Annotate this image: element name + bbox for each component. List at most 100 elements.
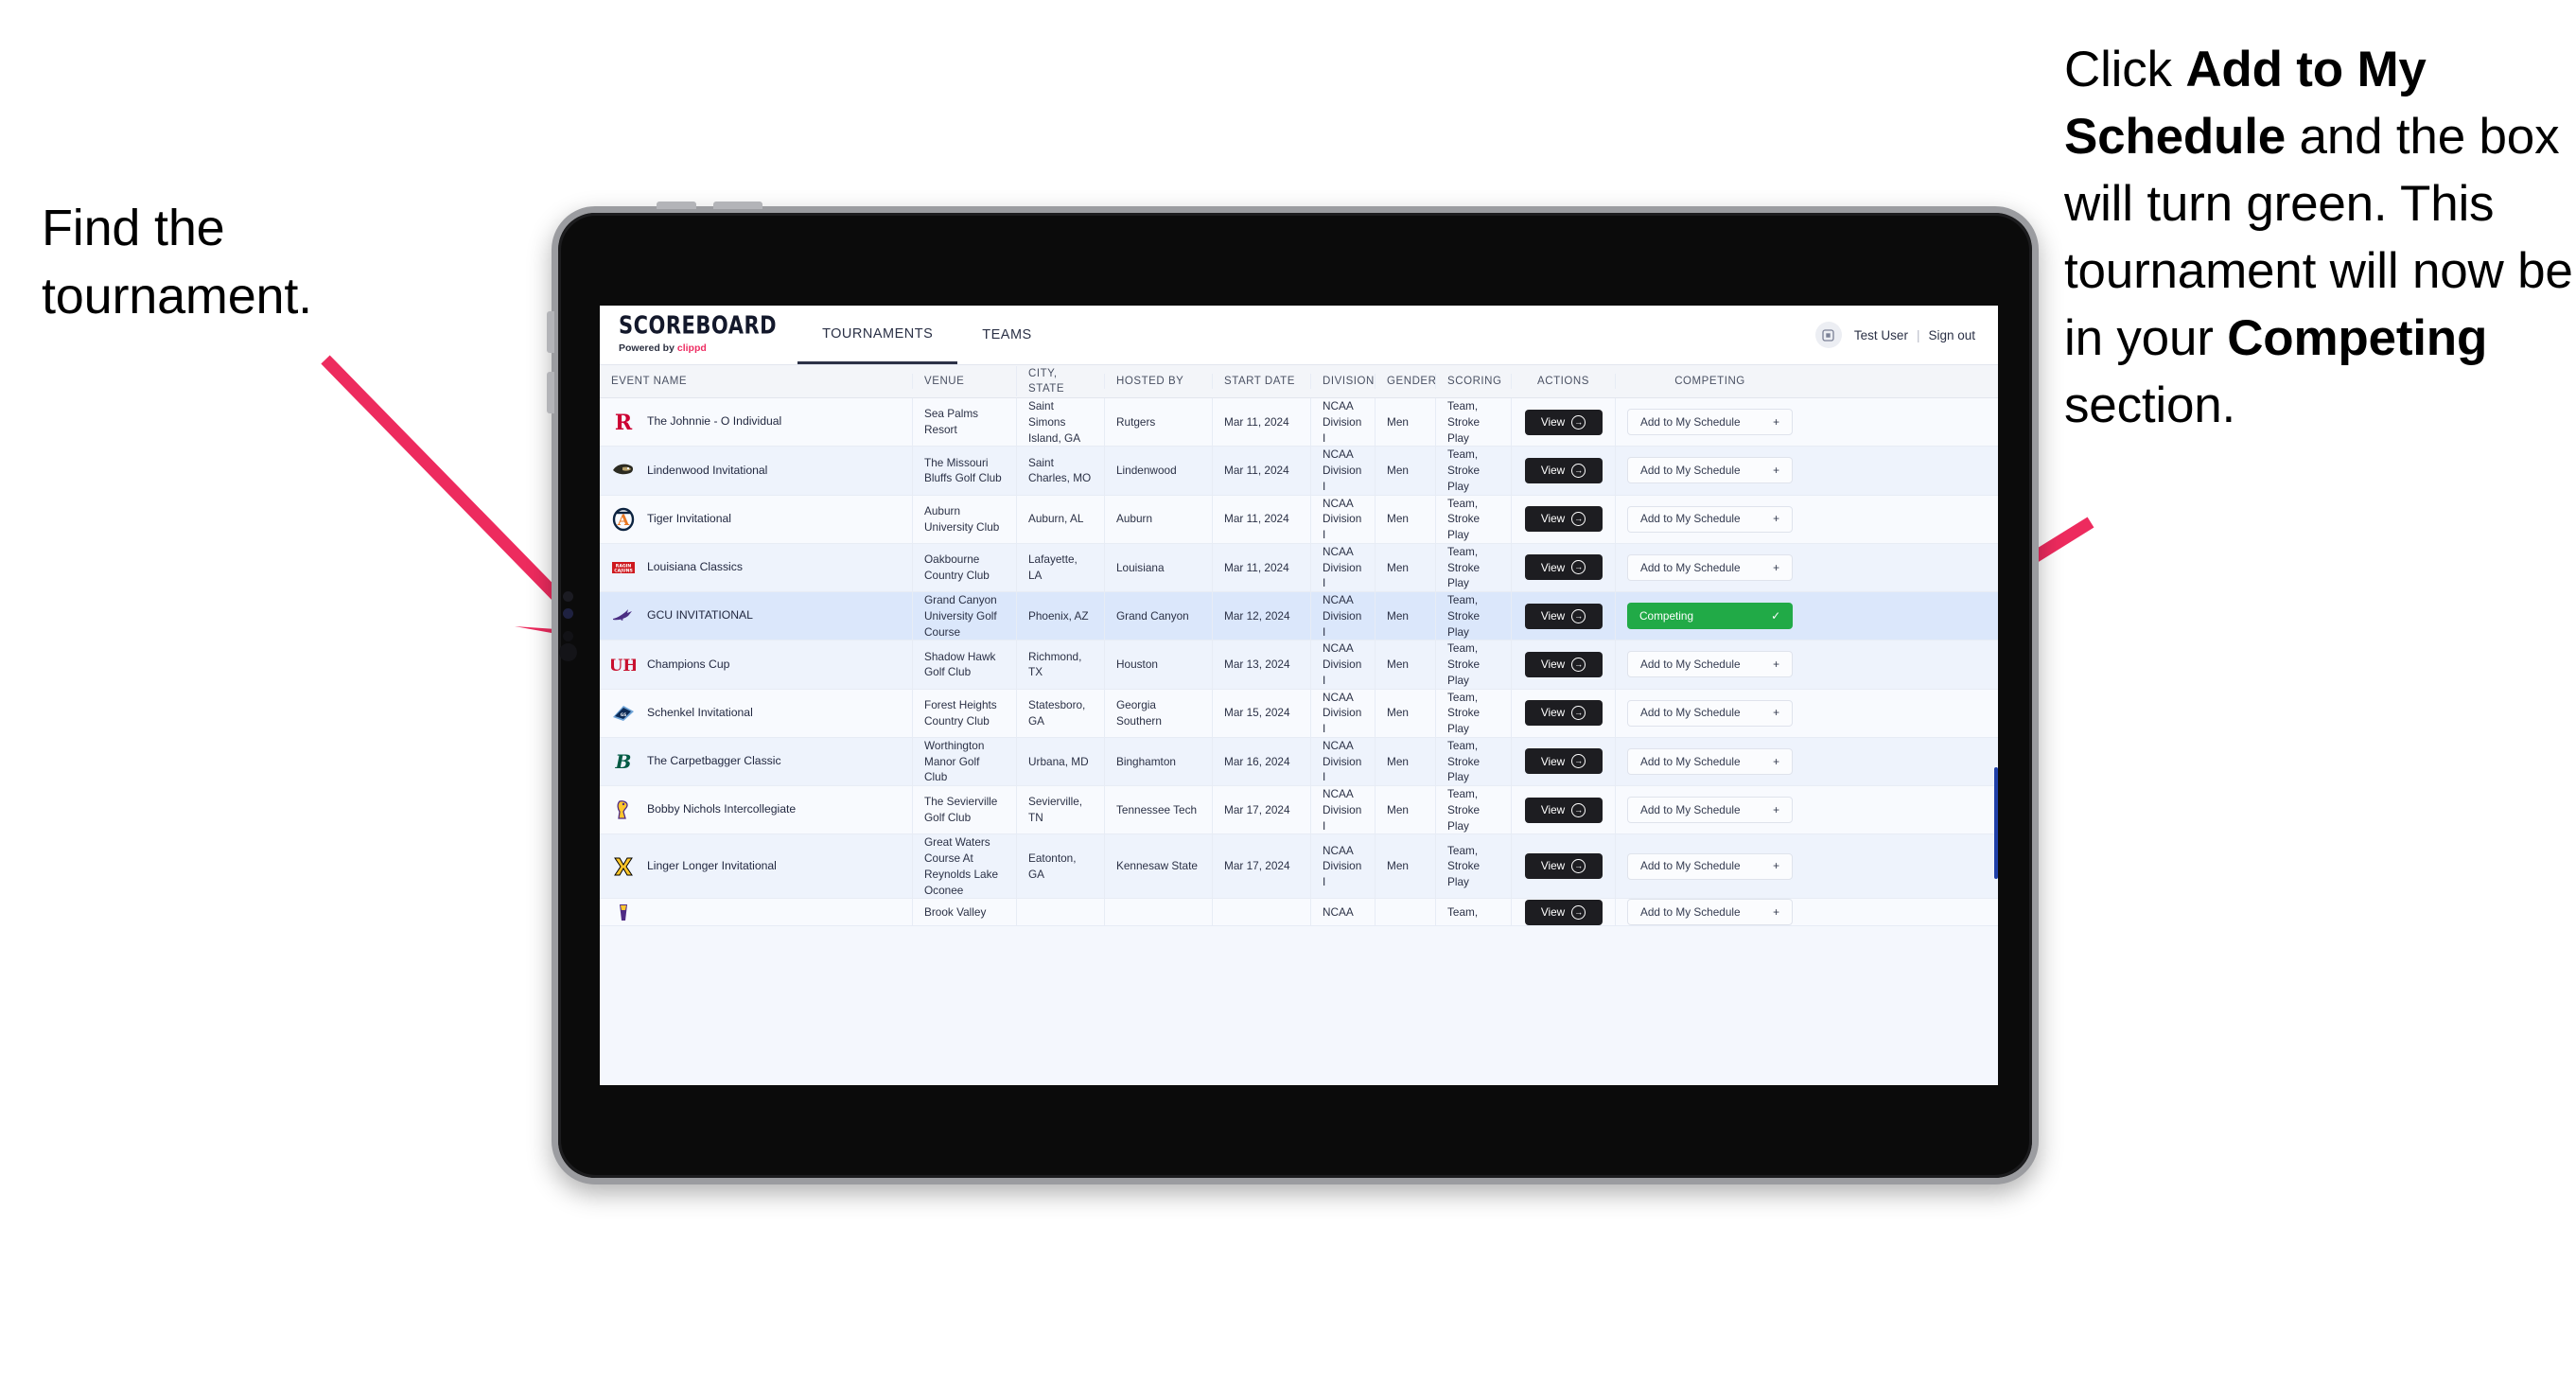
table-row[interactable]: R The Johnnie - O Individual Sea Palms Res…: [600, 398, 1998, 447]
cell-division: NCAA Division I: [1310, 398, 1375, 447]
view-button[interactable]: View →: [1524, 603, 1603, 629]
cell-start-date: Mar 12, 2024: [1212, 592, 1310, 640]
svg-text:UH: UH: [611, 657, 636, 675]
cell-event-name: Lindenwood Invitational: [600, 447, 912, 494]
competing-button-label: Competing: [1639, 608, 1694, 623]
annotation-left-line2: tournament.: [42, 268, 312, 325]
table-row[interactable]: GS Schenkel Invitational Forest Heights Co…: [600, 689, 1998, 738]
cell-actions: View →: [1511, 834, 1615, 899]
arrow-right-circle-icon: →: [1571, 512, 1586, 527]
cell-actions: View →: [1511, 640, 1615, 689]
col-actions: ACTIONS: [1511, 373, 1615, 390]
cell-competing: Add to My Schedule +: [1615, 737, 1804, 785]
cell-competing: Add to My Schedule +: [1615, 834, 1804, 899]
cell-actions: View →: [1511, 495, 1615, 543]
table-row[interactable]: RAGIN CAJUNS Louisiana Classics Oakbourne C…: [600, 543, 1998, 592]
view-button[interactable]: View →: [1524, 853, 1603, 880]
col-city-state: CITY, STATE: [1016, 365, 1104, 397]
cell-city-state: Sevierville, TN: [1016, 786, 1104, 834]
brand-logo[interactable]: SCOREBOARD Powered by clippd: [600, 306, 797, 364]
table-row[interactable]: A Tiger Invitational Auburn University Clu…: [600, 495, 1998, 544]
plus-icon: +: [1773, 904, 1779, 919]
cell-scoring: Team, Stroke Play: [1435, 447, 1511, 495]
view-button[interactable]: View →: [1524, 554, 1603, 581]
add-to-my-schedule-button[interactable]: Add to My Schedule +: [1627, 553, 1793, 581]
cell-venue: The Sevierville Golf Club: [912, 786, 1016, 834]
tablet-side-button-lower[interactable]: [547, 372, 554, 413]
plus-icon: +: [1773, 414, 1779, 429]
table-row[interactable]: Lindenwood Invitational The Missouri Bluf…: [600, 447, 1998, 496]
view-button[interactable]: View →: [1524, 748, 1603, 775]
view-button-label: View: [1540, 414, 1566, 429]
col-competing: COMPETING: [1615, 373, 1804, 390]
cell-start-date: Mar 16, 2024: [1212, 737, 1310, 785]
table-row[interactable]: B The Carpetbagger Classic Worthington Man…: [600, 737, 1998, 786]
plus-icon: +: [1773, 464, 1779, 477]
cell-venue: Great Waters Course At Reynolds Lake Oco…: [912, 834, 1016, 899]
table-row[interactable]: GCU INVITATIONAL Grand Canyon University …: [600, 592, 1998, 641]
competing-button[interactable]: Competing ✓: [1627, 603, 1793, 630]
sign-out-link[interactable]: Sign out: [1928, 328, 1975, 342]
arrow-right-circle-icon: →: [1571, 904, 1586, 920]
plus-icon: +: [1773, 802, 1779, 816]
tablet-side-button-upper[interactable]: [547, 311, 554, 353]
table-row[interactable]: UH Champions Cup Shadow Hawk Golf Club Rich…: [600, 640, 1998, 690]
add-to-my-schedule-button[interactable]: Add to My Schedule +: [1627, 409, 1793, 436]
brand-subtitle: Powered by clippd: [619, 342, 777, 354]
cell-start-date: Mar 17, 2024: [1212, 786, 1310, 834]
arrow-right-circle-icon: →: [1571, 463, 1586, 478]
table-row[interactable]: Linger Longer Invitational Great Waters C…: [600, 834, 1998, 900]
cell-scoring: Team, Stroke Play: [1435, 689, 1511, 737]
cell-event-name: RAGIN CAJUNS Louisiana Classics: [600, 544, 912, 591]
cell-start-date: Mar 11, 2024: [1212, 495, 1310, 543]
col-gender: GENDER: [1375, 373, 1436, 390]
event-name-label: Lindenwood Invitational: [647, 463, 768, 477]
view-button[interactable]: View →: [1524, 506, 1603, 533]
arrow-right-circle-icon: →: [1571, 608, 1586, 623]
add-to-my-schedule-button[interactable]: Add to My Schedule +: [1627, 651, 1793, 678]
user-info: Test User | Sign out: [1854, 328, 1975, 342]
col-scoring: SCORING: [1435, 373, 1511, 390]
add-to-my-schedule-button[interactable]: Add to My Schedule +: [1627, 797, 1793, 824]
view-button[interactable]: View →: [1524, 700, 1603, 727]
cell-gender: Men: [1375, 689, 1435, 737]
arrow-right-circle-icon: →: [1571, 414, 1586, 430]
view-button[interactable]: View →: [1524, 797, 1603, 823]
gcu-logo: [611, 604, 636, 628]
view-button[interactable]: View →: [1524, 457, 1603, 483]
view-button[interactable]: View →: [1524, 651, 1603, 677]
col-venue: VENUE: [912, 373, 1016, 390]
add-to-my-schedule-button[interactable]: Add to My Schedule +: [1627, 505, 1793, 533]
cell-city-state: Urbana, MD: [1016, 737, 1104, 785]
add-to-my-schedule-button[interactable]: Add to My Schedule +: [1627, 457, 1793, 484]
cell-gender: Men: [1375, 447, 1435, 495]
arrow-right-circle-icon: →: [1571, 706, 1586, 721]
table-row[interactable]: Bobby Nichols Intercollegiate The Sevierv…: [600, 786, 1998, 835]
tablet-volume-up-button[interactable]: [657, 202, 696, 209]
cell-division: NCAA: [1310, 899, 1375, 926]
cell-division: NCAA Division I: [1310, 447, 1375, 495]
event-name-label: GCU INVITATIONAL: [647, 608, 753, 623]
cell-hosted-by: Tennessee Tech: [1104, 786, 1212, 834]
cell-hosted-by: Kennesaw State: [1104, 834, 1212, 899]
vertical-scrollbar[interactable]: [1994, 767, 1998, 879]
add-to-my-schedule-button[interactable]: Add to My Schedule +: [1627, 852, 1793, 880]
arrow-right-circle-icon: →: [1571, 754, 1586, 769]
tab-tournaments[interactable]: TOURNAMENTS: [797, 306, 958, 364]
avatar[interactable]: [1814, 322, 1842, 348]
view-button[interactable]: View →: [1524, 899, 1603, 925]
cell-actions: View →: [1511, 398, 1615, 447]
add-to-my-schedule-button[interactable]: Add to My Schedule +: [1627, 747, 1793, 775]
tablet-volume-down-button[interactable]: [713, 202, 762, 209]
add-to-my-schedule-label: Add to My Schedule: [1640, 464, 1741, 477]
table-row[interactable]: Brook Valley NCAA Team, View → Add to My Sche…: [600, 899, 1998, 927]
cell-scoring: Team, Stroke Play: [1435, 592, 1511, 640]
view-button[interactable]: View →: [1524, 409, 1603, 435]
tab-teams[interactable]: TEAMS: [957, 306, 1056, 364]
view-button-label: View: [1540, 802, 1566, 816]
add-to-my-schedule-button[interactable]: Add to My Schedule +: [1627, 699, 1793, 727]
cell-actions: View →: [1511, 543, 1615, 591]
add-to-my-schedule-button[interactable]: Add to My Schedule +: [1627, 899, 1793, 926]
clippd-name: clippd: [676, 342, 707, 354]
cell-venue: Sea Palms Resort: [912, 398, 1016, 447]
